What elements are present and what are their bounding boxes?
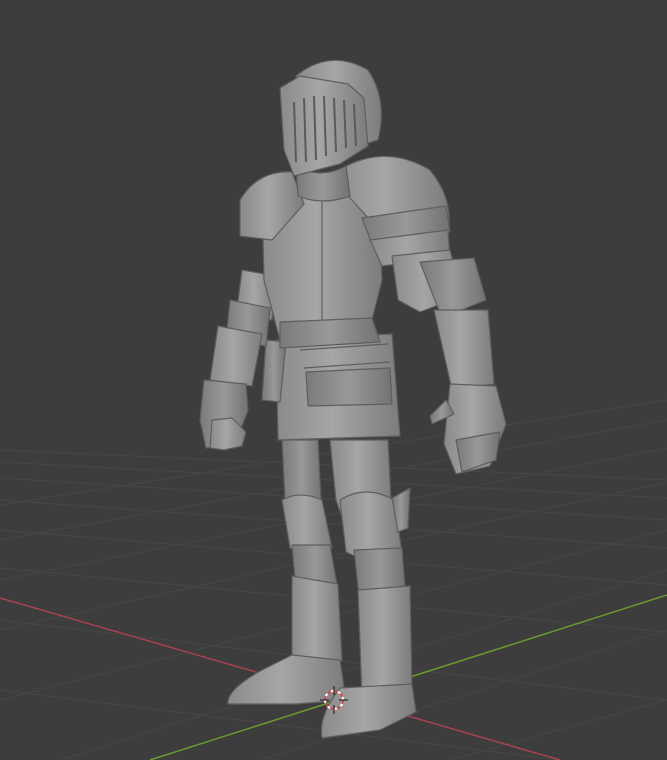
knight-armor-model[interactable] [199,59,507,739]
right-elbow-couter [419,257,487,319]
viewport-canvas[interactable] [0,0,667,760]
left-sabaton [227,654,347,705]
fauld [279,317,381,349]
tasset-plate-3 [305,367,393,407]
left-forearm [209,325,263,387]
3d-viewport[interactable] [0,0,667,760]
right-forearm [433,309,495,391]
